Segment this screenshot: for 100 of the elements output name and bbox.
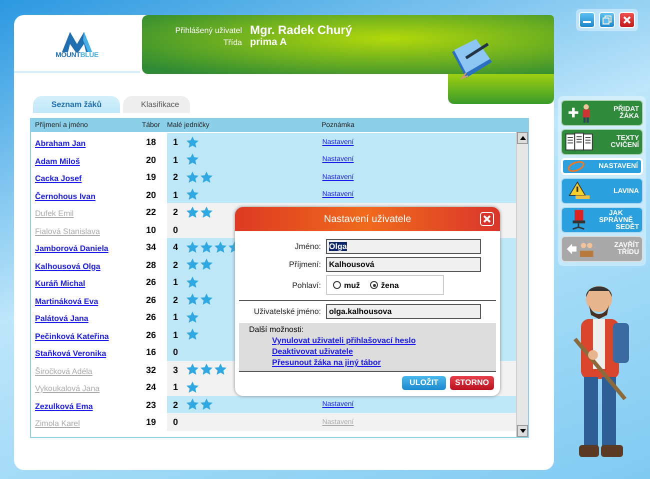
count-cell-text: 1 [173, 137, 180, 147]
camp-cell-text: 28 [144, 260, 157, 270]
count-cell-text: 0 [173, 224, 180, 234]
count-cell-text: 3 [173, 364, 180, 374]
option-link[interactable]: Vynulovat uživateli přihlašovací heslo [272, 336, 416, 346]
star-icon [186, 170, 199, 184]
class-name: prima A [250, 37, 288, 48]
minimize-button[interactable] [579, 12, 595, 28]
star-icon [186, 380, 199, 394]
star-icon [214, 363, 227, 376]
camp-cell-text: 26 [144, 277, 157, 287]
camp-cell-text: 16 [144, 347, 157, 357]
camp-cell-text: 26 [144, 312, 157, 322]
star-icon [200, 363, 213, 376]
count-cell-text: 1 [173, 190, 180, 200]
pupil-name-link[interactable]: Cacka Josef [35, 174, 82, 183]
count-cell-text: 0 [173, 417, 180, 427]
count-cell-text: 2 [173, 400, 180, 410]
field-label: Jméno: [294, 242, 321, 251]
camp-cell-text: 20 [144, 190, 157, 200]
close-button[interactable] [480, 212, 494, 226]
pupil-name-link[interactable]: Staňková Veronika [35, 349, 106, 358]
star-icon [186, 206, 199, 218]
tab[interactable]: Klasifikace [123, 96, 190, 113]
panel-title: Další možnosti: [249, 325, 304, 335]
close-icon [622, 15, 632, 25]
input-field[interactable]: Kalhousová [326, 257, 481, 272]
user-name: Mgr. Radek Churý [250, 23, 354, 37]
star-icon [200, 293, 213, 306]
star-icon [200, 258, 213, 271]
star-icon [186, 153, 199, 166]
pupil-name-link[interactable]: Kalhousová Olga [35, 262, 100, 270]
restore-icon [602, 15, 612, 25]
star-icon [186, 328, 199, 341]
pupil-name-link[interactable]: Martináková Eva [35, 296, 98, 306]
camp-cell-text: 19 [144, 172, 157, 182]
count-cell-text: 2 [173, 294, 180, 304]
pupil-name-link[interactable]: Pečinková Kateřina [35, 332, 109, 340]
pupil-name-link[interactable]: Černohous Ivan [35, 192, 96, 200]
count-cell-text: 2 [173, 207, 180, 217]
up-arrow-icon [520, 136, 526, 140]
star-icon [186, 240, 199, 254]
star-icon [200, 240, 213, 254]
camp-cell-text: 23 [144, 400, 157, 410]
star-icon [186, 310, 199, 324]
class-label: Třída [222, 38, 242, 47]
field-label: Pohlaví: [291, 280, 321, 290]
count-cell-text: 4 [173, 242, 180, 252]
camp-cell-text: 26 [144, 294, 157, 304]
count-cell-text: 0 [173, 347, 180, 357]
star-icon [200, 170, 213, 184]
input-field[interactable]: olga.kalhousova [326, 304, 481, 319]
star-icon [200, 206, 213, 218]
star-icon [186, 363, 199, 376]
cancel-button[interactable]: STORNO [450, 376, 494, 390]
radio-button[interactable]: muž [333, 280, 360, 290]
restore-button[interactable] [599, 12, 615, 28]
camp-cell-text: 24 [144, 382, 157, 392]
count-cell-text: 1 [173, 154, 180, 164]
count-cell-text: 1 [173, 277, 180, 287]
star-icon [186, 258, 199, 271]
option-link[interactable]: Přesunout žáka na jiný tábor [272, 358, 381, 368]
star-icon [186, 276, 199, 288]
camp-cell-text: 22 [144, 207, 157, 217]
pupil-name-link[interactable]: Jamborová Daniela [35, 244, 108, 253]
count-cell-text: 2 [173, 172, 180, 182]
close-button[interactable] [619, 12, 635, 28]
star-icon [214, 240, 227, 254]
camp-cell-text: 18 [144, 137, 157, 147]
camp-cell-text: 19 [144, 417, 157, 427]
camp-cell-text: 20 [144, 154, 157, 164]
count-cell-text: 1 [173, 382, 180, 392]
camp-cell-text: 26 [144, 330, 157, 340]
star-icon [186, 398, 199, 411]
carabiner-icon [566, 161, 586, 172]
star-icon [200, 398, 213, 411]
camp-cell-text: 32 [144, 364, 157, 374]
camp-cell-text: 34 [144, 242, 157, 252]
count-cell-text: 1 [173, 330, 180, 340]
input-field[interactable]: Olga [326, 239, 481, 254]
star-icon [186, 293, 199, 306]
down-arrow-icon [520, 429, 526, 433]
pupil-name-link[interactable]: Palátová Jana [35, 314, 88, 323]
tab[interactable]: Seznam žáků [33, 96, 120, 113]
field-label: Uživatelské jméno: [252, 307, 321, 316]
count-cell-text: 1 [173, 312, 180, 322]
radio-button[interactable]: žena [370, 280, 399, 290]
star-icon [186, 188, 199, 201]
pupil-name-link[interactable]: Abraham Jan [35, 139, 86, 148]
camp-cell-text: 10 [144, 224, 157, 234]
scrollbar[interactable] [516, 132, 528, 437]
pupil-name-link[interactable]: Adam Miloš [35, 156, 80, 166]
field-label: Příjmení: [288, 260, 321, 269]
pupil-name-link[interactable]: Zezulková Ema [35, 402, 93, 410]
option-link[interactable]: Deaktivovat uživatele [272, 347, 353, 357]
papers-icon [565, 131, 595, 153]
pupil-name-link[interactable]: Kuráň Michal [35, 279, 86, 288]
user-label: Přihlášený uživatel [174, 26, 242, 34]
count-cell-text: 2 [173, 260, 180, 270]
dialog-title: Nastavení uživatele [324, 214, 412, 224]
